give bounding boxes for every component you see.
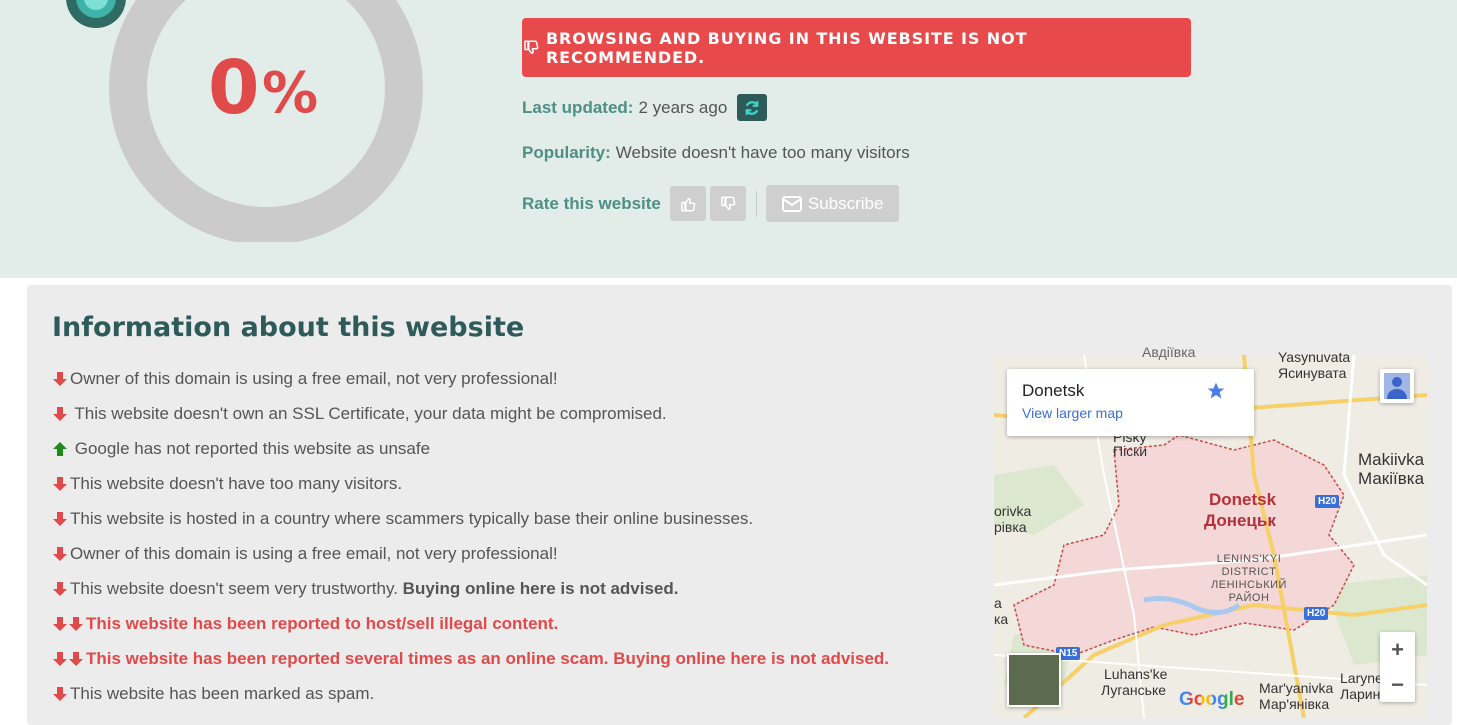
not-recommended-banner: BROWSING AND BUYING IN THIS WEBSITE IS N… [522,18,1191,77]
map-label-laryne-en: Laryne [1340,670,1383,686]
info-item-spam: This website has been marked as spam. [52,676,889,711]
zoom-in-button[interactable]: + [1380,632,1415,667]
info-item-ssl: This website doesn't own an SSL Certific… [52,396,889,431]
rate-label: Rate this website [522,193,661,213]
person-icon [1384,373,1410,399]
map-shield-h20: H20 [1304,607,1329,620]
arrow-down-icon [69,616,83,631]
map-shield-h20: H20 [1315,495,1340,508]
map-label-yasynuvata-en: Yasynuvata [1278,349,1351,365]
google-logo: Google [1179,689,1245,710]
thumbs-down-icon [721,196,736,210]
info-item-trustworthy: This website doesn't seem very trustwort… [52,571,889,606]
popularity-value: Website doesn't have too many visitors [615,143,910,162]
arrow-down-icon [53,616,67,631]
info-item-visitors: This website doesn't have too many visit… [52,466,889,501]
info-item-hosting-country: This website is hosted in a country wher… [52,501,889,536]
subscribe-button[interactable]: Subscribe [765,185,900,222]
last-updated-label: Last updated: [522,97,634,117]
star-icon[interactable] [1206,381,1226,401]
arrow-down-icon [53,546,67,561]
thumbs-down-button[interactable] [709,186,746,221]
info-item-online-scam: This website has been reported several t… [52,641,889,676]
last-updated-row: Last updated: 2 years ago [522,94,768,121]
arrow-down-icon [69,651,83,666]
map-label-orivka-uk: рівка [994,519,1027,535]
arrow-down-icon [53,651,67,666]
arrow-down-icon [53,581,67,596]
map-label-maryanivka-en: Mar'yanivka [1259,680,1334,696]
envelope-icon [781,195,802,212]
map-label-pisky-uk: Піски [1113,443,1148,459]
subscribe-label: Subscribe [807,193,884,213]
map-label-laryne-uk: Ларин [1340,686,1381,702]
divider [755,190,757,217]
map-label-luhanske-en: Luhans'ke [1104,666,1168,682]
map-label-luhanske-uk: Луганське [1101,682,1167,698]
map-label-orivka-en: orivka [994,503,1032,519]
info-item-google-safe: Google has not reported this website as … [52,431,889,466]
map-label-edge-ka: ка [994,611,1009,627]
arrow-down-icon [53,476,67,491]
thumbs-up-icon [681,197,696,211]
map-label-edge-a: a [994,595,1002,611]
map-card-title: Donetsk [1022,381,1085,400]
map-district-label: LENINS'KYI DISTRICT ЛЕНІНСЬКИЙ РАЙОН [1211,553,1287,604]
map-label-makiivka-en: Makiivka [1358,450,1425,469]
view-larger-map-link[interactable]: View larger map [1022,405,1123,421]
info-item-free-email-2: Owner of this domain is using a free ema… [52,536,889,571]
arrow-down-icon [53,511,67,526]
arrow-down-icon [53,406,67,421]
thumbs-up-button[interactable] [669,186,706,221]
arrow-down-icon [53,371,67,386]
refresh-icon [745,100,759,115]
map-label-top-cut: Авдіївка [1142,344,1196,360]
arrow-up-icon [53,441,67,456]
alert-text: BROWSING AND BUYING IN THIS WEBSITE IS N… [545,28,1028,67]
arrow-down-icon [53,686,67,701]
map-city-uk: Донецьк [1204,511,1276,530]
info-item-illegal-content: This website has been reported to host/s… [52,606,889,641]
last-updated-value: 2 years ago [638,97,728,117]
rate-row: Rate this website Subscribe [522,185,900,222]
score-unit: % [262,61,319,126]
map-label-makiivka-uk: Макіївка [1358,469,1425,488]
score-value: 0 [208,45,260,131]
map-label-maryanivka-uk: Мар'янівка [1259,696,1330,712]
popularity-label: Popularity: [522,143,611,162]
zoom-out-button[interactable]: − [1380,667,1415,702]
street-view-button[interactable] [1380,369,1414,403]
map-city-en: Donetsk [1209,490,1277,509]
map-info-card: Donetsk View larger map [1007,369,1254,436]
thumbs-down-icon [524,40,539,54]
satellite-toggle-button[interactable] [1007,653,1061,707]
map-label-yasynuvata-uk: Ясинувата [1278,365,1347,381]
info-item-free-email: Owner of this domain is using a free ema… [52,361,889,396]
info-list: Owner of this domain is using a free ema… [52,361,889,711]
refresh-button[interactable] [737,94,768,121]
zoom-controls: + − [1380,632,1415,702]
popularity-row: Popularity: Website doesn't have too man… [522,143,910,163]
info-title: Information about this website [52,312,525,343]
